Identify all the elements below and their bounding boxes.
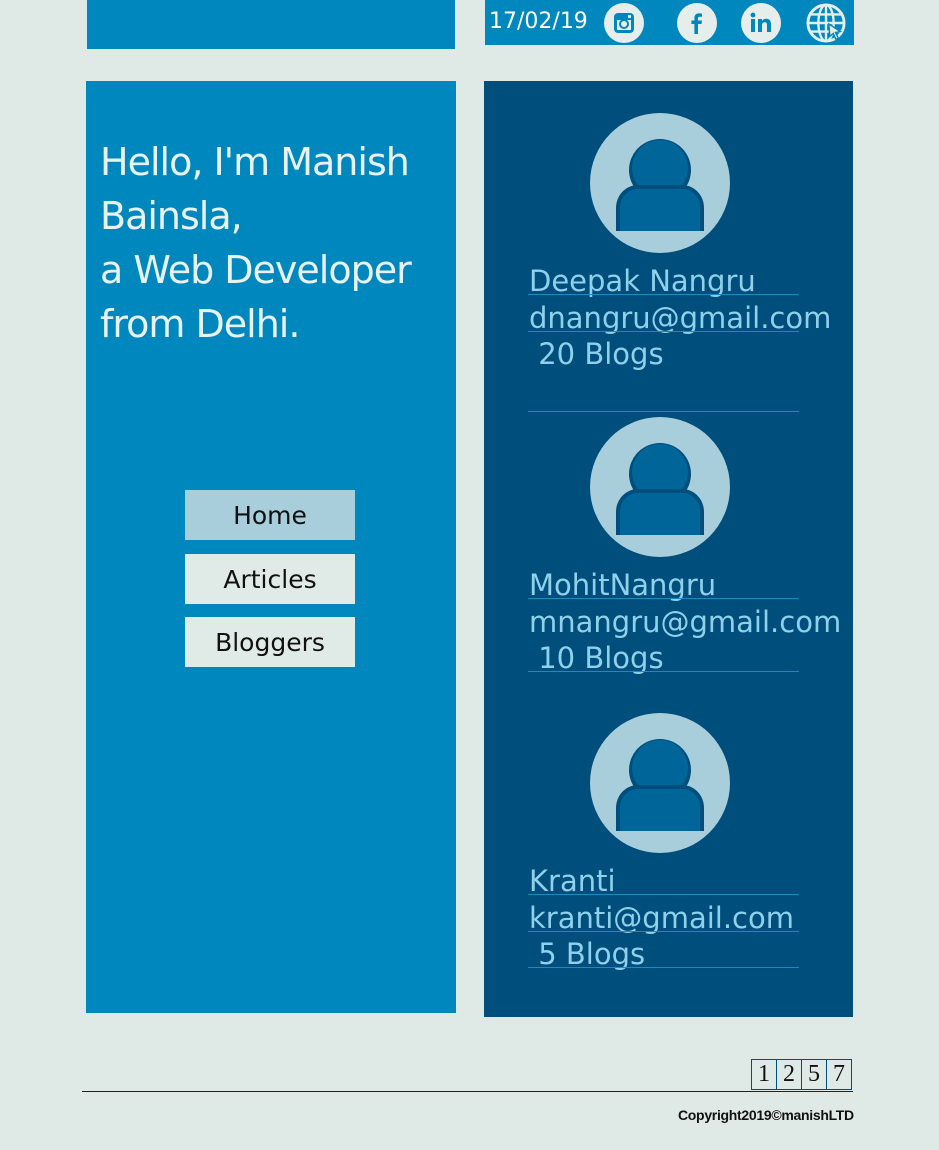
blogger-blog-count: 5 Blogs [529,937,646,971]
blogger-blog-count: 10 Blogs [529,641,664,675]
blogger-name: Kranti [529,864,616,898]
intro-heading: Hello, I'm Manish Bainsla, a Web Develop… [100,135,440,351]
linkedin-link[interactable] [741,3,781,43]
blogger-name: Deepak Nangru [529,264,756,298]
page-number-button[interactable]: 2 [776,1059,802,1090]
top-banner [87,0,455,49]
divider [528,331,799,332]
divider [528,411,799,412]
blogger-email[interactable]: dnangru@gmail.com [529,301,831,335]
blogger-avatar [590,417,730,557]
divider [528,931,799,932]
footer-divider [82,1091,853,1092]
divider [528,894,799,895]
instagram-link[interactable] [604,3,644,43]
blogger-name: MohitNangru [529,568,717,602]
page-number-button[interactable]: 1 [751,1059,777,1090]
nav-articles-button[interactable]: Articles [185,554,355,604]
divider [528,598,799,599]
linkedin-icon [750,12,771,32]
instagram-icon [614,13,634,33]
user-icon [616,739,704,831]
intro-line-2: a Web Developer from Delhi. [100,248,412,346]
user-icon [616,443,704,535]
intro-line-1: Hello, I'm Manish Bainsla, [100,140,410,238]
blogger-avatar [590,113,730,253]
facebook-link[interactable] [677,3,717,43]
divider [528,294,799,295]
facebook-icon [691,13,702,34]
copyright-text: Copyright2019©manishLTD [678,1107,854,1123]
website-link[interactable] [806,3,846,43]
pagination: 1 2 5 7 [751,1059,852,1090]
divider [528,967,799,968]
blogger-email[interactable]: kranti@gmail.com [529,901,794,935]
divider [528,671,799,672]
user-icon [616,139,704,231]
page-number-button[interactable]: 5 [801,1059,827,1090]
nav-bloggers-button[interactable]: Bloggers [185,617,355,667]
page-number-button[interactable]: 7 [826,1059,852,1090]
blogger-email[interactable]: mnangru@gmail.com [529,605,841,639]
blogger-avatar [590,713,730,853]
nav-home-button[interactable]: Home [185,490,355,540]
globe-icon [806,3,846,43]
date-label: 17/02/19 [489,9,588,34]
blogger-blog-count: 20 Blogs [529,337,664,371]
